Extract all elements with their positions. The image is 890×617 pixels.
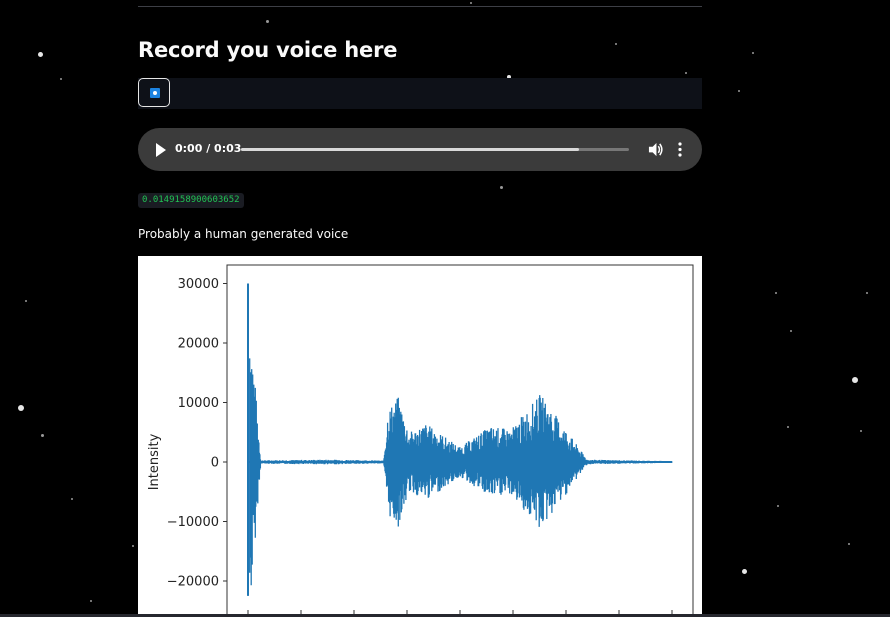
top-divider bbox=[138, 6, 702, 7]
main-content: Record you voice here 0:00 / 0:03 0.0149… bbox=[138, 0, 702, 617]
star-dot bbox=[848, 543, 850, 545]
star-dot bbox=[90, 600, 92, 602]
star-dot bbox=[852, 377, 858, 383]
star-dot bbox=[41, 434, 44, 437]
star-dot bbox=[752, 52, 754, 54]
star-dot bbox=[25, 300, 27, 302]
plot-frame bbox=[226, 264, 694, 617]
star-dot bbox=[132, 545, 134, 547]
waveform-trace bbox=[249, 358, 673, 586]
page-title: Record you voice here bbox=[138, 38, 398, 62]
star-dot bbox=[60, 78, 62, 80]
star-dot bbox=[866, 292, 868, 294]
audio-progress-bar[interactable] bbox=[241, 148, 629, 151]
waveform-plot: 30000 20000 10000 0 −10000 −20000 Intensity bbox=[138, 256, 702, 617]
volume-icon[interactable] bbox=[648, 142, 663, 157]
waveform-chart: 30000 20000 10000 0 −10000 −20000 Intensity bbox=[147, 264, 694, 617]
audio-recorder bbox=[138, 78, 702, 109]
star-dot bbox=[787, 426, 789, 428]
star-dot bbox=[18, 405, 24, 411]
stop-record-icon bbox=[150, 88, 160, 98]
audio-time-display: 0:00 / 0:03 bbox=[175, 142, 242, 155]
play-icon[interactable] bbox=[155, 143, 167, 157]
y-tick-label: 20000 bbox=[178, 337, 219, 352]
audio-player: 0:00 / 0:03 bbox=[138, 128, 702, 171]
score-value: 0.0149158900603652 bbox=[138, 193, 244, 208]
record-button[interactable] bbox=[138, 78, 170, 107]
y-tick-label: 0 bbox=[211, 456, 219, 471]
star-dot bbox=[860, 430, 862, 432]
star-dot bbox=[71, 498, 73, 500]
audio-progress-fill bbox=[241, 148, 579, 151]
y-tick-label: 30000 bbox=[178, 277, 219, 292]
y-tick-label: −10000 bbox=[167, 515, 219, 530]
star-dot bbox=[38, 52, 43, 57]
star-dot bbox=[738, 90, 740, 92]
app-background: Record you voice here 0:00 / 0:03 0.0149… bbox=[0, 0, 890, 617]
star-dot bbox=[742, 569, 747, 574]
star-dot bbox=[790, 330, 792, 332]
star-dot bbox=[775, 292, 777, 294]
more-vertical-icon[interactable] bbox=[678, 142, 682, 157]
y-tick-label: 10000 bbox=[178, 396, 219, 411]
star-dot bbox=[777, 505, 779, 507]
result-label: Probably a human generated voice bbox=[138, 227, 349, 241]
y-axis-label: Intensity bbox=[147, 433, 162, 490]
y-tick-label: −20000 bbox=[167, 575, 219, 590]
